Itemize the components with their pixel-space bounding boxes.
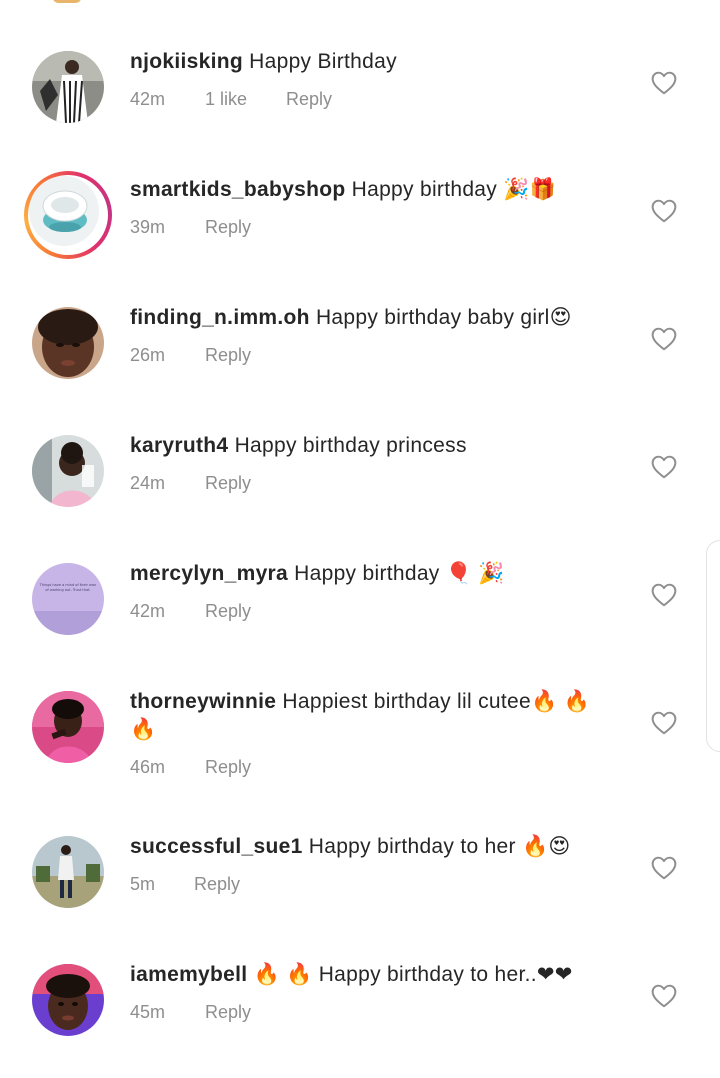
heart-icon[interactable] (651, 199, 677, 223)
heart-icon[interactable] (651, 455, 677, 479)
reply-button[interactable]: Reply (205, 473, 251, 494)
comment-meta: 26m Reply (130, 345, 251, 366)
comment-text: karyruth4 Happy birthday princess (130, 432, 610, 460)
comment-username[interactable]: mercylyn_myra (130, 562, 288, 585)
comment-meta: 42m Reply (130, 601, 251, 622)
comment-body: Happy Birthday (249, 50, 397, 73)
comment-meta: 45m Reply (130, 1002, 251, 1023)
comment-meta: 46m Reply (130, 757, 251, 778)
comment-time: 46m (130, 757, 166, 777)
comment-text: finding_n.imm.oh Happy birthday baby gir… (130, 304, 610, 332)
comment-time: 26m (130, 345, 166, 365)
reply-button[interactable]: Reply (205, 345, 251, 366)
comment-body: Happy birthday 🎉🎁 (351, 178, 557, 201)
heart-icon[interactable] (651, 71, 677, 95)
heart-icon[interactable] (651, 856, 677, 880)
heart-icon[interactable] (651, 583, 677, 607)
comment-text: successful_sue1 Happy birthday to her 🔥😍 (130, 833, 610, 861)
heart-icon[interactable] (651, 327, 677, 351)
comment-time: 24m (130, 473, 166, 493)
comment-username[interactable]: karyruth4 (130, 434, 228, 457)
avatar[interactable] (32, 307, 104, 379)
reply-button[interactable]: Reply (205, 1002, 251, 1023)
comment-username[interactable]: iamemybell (130, 963, 247, 986)
comment-meta: 39m Reply (130, 217, 251, 238)
comment-text: njokiisking Happy Birthday (130, 48, 610, 76)
heart-icon[interactable] (651, 984, 677, 1008)
comment-likes[interactable]: 1 like (205, 89, 286, 110)
avatar-with-story-ring[interactable] (24, 171, 112, 259)
reply-button[interactable]: Reply (205, 217, 251, 238)
comment-time: 42m (130, 89, 166, 109)
previous-avatar-edge (52, 0, 82, 3)
comment-body: Happy birthday princess (234, 434, 467, 457)
side-panel-handle[interactable] (706, 540, 720, 752)
comment-time: 45m (130, 1002, 166, 1022)
comment-text: thorneywinnie Happiest birthday lil cute… (130, 688, 610, 744)
avatar[interactable] (32, 836, 104, 908)
comment-text: mercylyn_myra Happy birthday 🎈 🎉 (130, 560, 610, 588)
comment-time: 42m (130, 601, 166, 621)
avatar[interactable] (32, 691, 104, 763)
comment-username[interactable]: smartkids_babyshop (130, 178, 345, 201)
reply-button[interactable]: Reply (194, 874, 240, 895)
comment-username[interactable]: finding_n.imm.oh (130, 306, 310, 329)
comment-username[interactable]: successful_sue1 (130, 835, 303, 858)
comment-meta: 42m 1 like Reply (130, 89, 332, 110)
comment-username[interactable]: njokiisking (130, 50, 243, 73)
comment-body: Happy birthday 🎈 🎉 (294, 562, 505, 585)
comment-body: 🔥 🔥 Happy birthday to her..❤❤ (253, 963, 573, 986)
comment-username[interactable]: thorneywinnie (130, 690, 276, 713)
comment-meta: 24m Reply (130, 473, 251, 494)
comment-meta: 5m Reply (130, 874, 240, 895)
comment-time: 5m (130, 874, 156, 894)
avatar[interactable]: Things have a mind of their own of worki… (32, 563, 104, 635)
comment-body: Happy birthday baby girl😍 (315, 306, 572, 329)
comment-text: iamemybell 🔥 🔥 Happy birthday to her..❤❤ (130, 961, 610, 989)
avatar-quote-text: Things have a mind of their own of worki… (39, 583, 97, 592)
comment-body: Happy birthday to her 🔥😍 (308, 835, 571, 858)
reply-button[interactable]: Reply (205, 757, 251, 778)
comment-time: 39m (130, 217, 166, 237)
reply-button[interactable]: Reply (205, 601, 251, 622)
avatar[interactable] (32, 51, 104, 123)
comment-text: smartkids_babyshop Happy birthday 🎉🎁 (130, 176, 610, 204)
reply-button[interactable]: Reply (286, 89, 332, 110)
avatar[interactable] (32, 964, 104, 1036)
heart-icon[interactable] (651, 711, 677, 735)
avatar[interactable] (32, 435, 104, 507)
